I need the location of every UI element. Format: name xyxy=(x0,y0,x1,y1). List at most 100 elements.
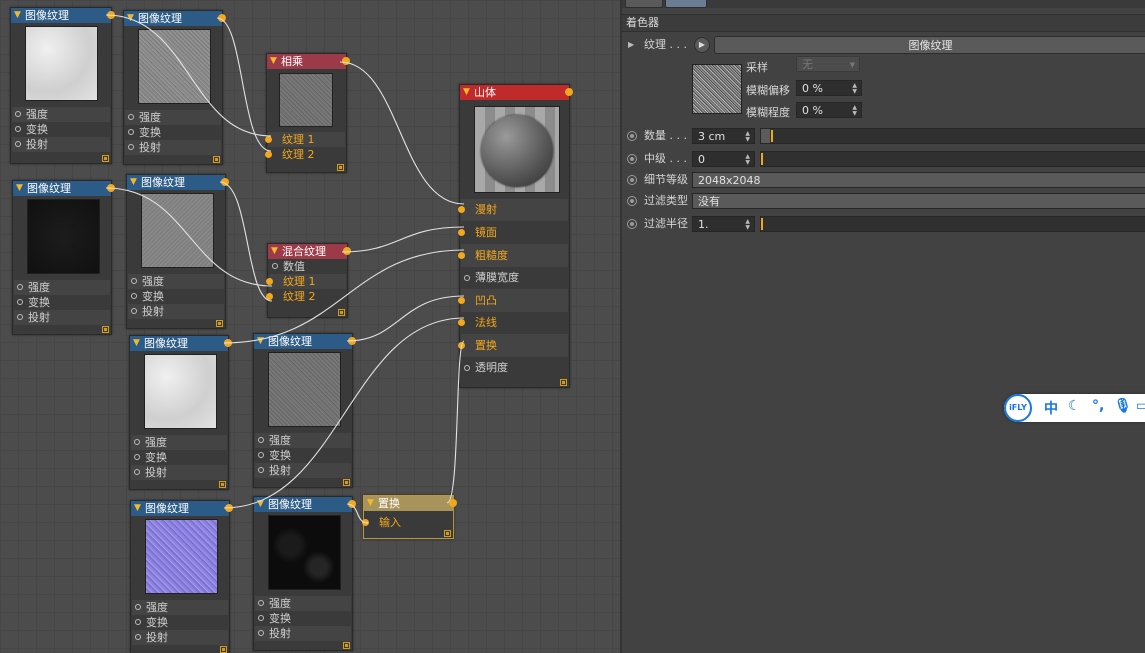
node-editor-canvas[interactable]: ▼ 图像纹理 强度 变换 投射 ▼ 图像纹理 强度 变换 投射 ▼ 相乘 纹理 1 纹… xyxy=(0,0,620,653)
keyboard-icon[interactable]: ▭ xyxy=(1136,398,1145,414)
collapse-triangle-icon[interactable]: ▼ xyxy=(367,496,374,511)
ifly-logo-icon[interactable]: iFLY xyxy=(1004,394,1032,422)
ime-toolbar[interactable]: iFLY 中 ☾ °, 🎙 ▭ xyxy=(1004,394,1145,422)
port-strength[interactable]: 强度 xyxy=(14,280,110,295)
spinner-icon[interactable]: ▲ ▼ xyxy=(852,83,857,95)
expand-arrow-icon[interactable]: ▶ xyxy=(628,36,634,54)
mix-texture-node[interactable]: ▼ 混合纹理 数值 纹理 1 纹理 2 xyxy=(266,243,351,318)
port-texture-1[interactable]: 纹理 1 xyxy=(266,274,346,289)
node-header[interactable]: ▼ 图像纹理 xyxy=(254,334,356,349)
collapse-triangle-icon[interactable]: ▼ xyxy=(14,8,21,23)
multiply-node[interactable]: ▼ 相乘 纹理 1 纹理 2 xyxy=(265,53,350,173)
port-input[interactable]: 输入 xyxy=(362,515,452,530)
port-transform[interactable]: 变换 xyxy=(131,450,227,465)
port-displacement[interactable]: 置换 xyxy=(458,334,568,357)
panel-tab-2[interactable] xyxy=(665,0,707,8)
image-texture-button[interactable]: 图像纹理 xyxy=(714,36,1145,54)
spinner-icon[interactable]: ▲ ▼ xyxy=(745,154,750,166)
port-roughness[interactable]: 粗糙度 xyxy=(458,244,568,267)
port-strength[interactable]: 强度 xyxy=(255,433,351,448)
node-header[interactable]: ▼ 图像纹理 xyxy=(131,501,233,516)
port-projection[interactable]: 投射 xyxy=(125,140,221,155)
resize-handle-icon[interactable] xyxy=(102,155,109,162)
spinner-icon[interactable]: ▲ ▼ xyxy=(745,219,750,231)
resize-handle-icon[interactable] xyxy=(343,642,350,649)
microphone-icon[interactable]: 🎙 xyxy=(1114,398,1132,414)
port-projection[interactable]: 投射 xyxy=(131,465,227,480)
resize-handle-icon[interactable] xyxy=(343,479,350,486)
output-port[interactable] xyxy=(342,57,350,65)
image-texture-node-noise[interactable]: ▼ 图像纹理 强度 变换 投射 xyxy=(253,496,356,651)
output-port[interactable] xyxy=(221,178,229,186)
image-texture-node-white-1[interactable]: ▼ 图像纹理 强度 变换 投射 xyxy=(10,7,115,164)
image-texture-node-white-2[interactable]: ▼ 图像纹理 强度 变换 投射 xyxy=(129,335,232,490)
port-texture-2[interactable]: 纹理 2 xyxy=(265,147,345,162)
port-strength[interactable]: 强度 xyxy=(131,435,227,450)
resize-handle-icon[interactable] xyxy=(338,309,345,316)
resize-handle-icon[interactable] xyxy=(213,156,220,163)
resize-handle-icon[interactable] xyxy=(560,379,567,386)
collapse-triangle-icon[interactable]: ▼ xyxy=(127,11,134,26)
filter-radius-slider[interactable] xyxy=(760,216,1145,232)
collapse-triangle-icon[interactable]: ▼ xyxy=(134,501,141,516)
collapse-triangle-icon[interactable]: ▼ xyxy=(257,497,264,512)
output-port[interactable] xyxy=(449,499,457,507)
port-transform[interactable]: 变换 xyxy=(255,611,351,626)
node-header[interactable]: ▼ 置换 xyxy=(364,496,457,511)
punctuation-icon[interactable]: °, xyxy=(1092,398,1104,414)
port-specular[interactable]: 镜面 xyxy=(458,221,568,244)
collapse-triangle-icon[interactable]: ▼ xyxy=(270,54,277,69)
port-strength[interactable]: 强度 xyxy=(255,596,351,611)
amount-slider[interactable] xyxy=(760,128,1145,144)
output-port[interactable] xyxy=(218,14,226,22)
port-strength[interactable]: 强度 xyxy=(128,274,224,289)
resize-handle-icon[interactable] xyxy=(220,646,227,653)
port-texture-2[interactable]: 纹理 2 xyxy=(266,289,346,304)
resize-handle-icon[interactable] xyxy=(216,320,223,327)
port-bump[interactable]: 凹凸 xyxy=(458,289,568,312)
displacement-node[interactable]: ▼ 置换 输入 xyxy=(362,495,457,539)
texture-menu-button[interactable]: ▶ xyxy=(694,37,710,53)
port-projection[interactable]: 投射 xyxy=(132,630,228,645)
resize-handle-icon[interactable] xyxy=(102,326,109,333)
node-header[interactable]: ▼ 山体 xyxy=(460,85,573,100)
amount-field[interactable]: 3 cm ▲ ▼ xyxy=(692,128,755,144)
port-texture-1[interactable]: 纹理 1 xyxy=(265,132,345,147)
output-port[interactable] xyxy=(107,184,115,192)
blur-offset-field[interactable]: 0 % ▲ ▼ xyxy=(796,80,862,96)
port-opacity[interactable]: 透明度 xyxy=(461,357,568,379)
animate-radio-icon[interactable] xyxy=(627,154,637,164)
slider-handle[interactable] xyxy=(771,130,773,142)
collapse-triangle-icon[interactable]: ▼ xyxy=(130,175,137,190)
port-projection[interactable]: 投射 xyxy=(12,137,110,152)
output-port[interactable] xyxy=(565,88,573,96)
port-projection[interactable]: 投射 xyxy=(128,304,224,319)
port-projection[interactable]: 投射 xyxy=(14,310,110,325)
port-normal[interactable]: 法线 xyxy=(458,312,568,334)
port-transform[interactable]: 变换 xyxy=(14,295,110,310)
output-port[interactable] xyxy=(348,500,356,508)
collapse-triangle-icon[interactable]: ▼ xyxy=(463,85,470,100)
midlevel-field[interactable]: 0 ▲ ▼ xyxy=(692,151,755,167)
output-port[interactable] xyxy=(224,339,232,347)
detail-level-dropdown[interactable]: 2048x2048 xyxy=(692,172,1145,188)
image-texture-node-black[interactable]: ▼ 图像纹理 强度 变换 投射 xyxy=(12,180,115,335)
node-header[interactable]: ▼ 图像纹理 xyxy=(254,497,356,512)
output-port[interactable] xyxy=(343,247,351,255)
material-node[interactable]: ▼ 山体 漫射 镜面 粗糙度 薄膜宽度 凹凸 法线 置换 透明度 xyxy=(458,84,573,388)
blur-scale-field[interactable]: 0 % ▲ ▼ xyxy=(796,102,862,118)
node-header[interactable]: ▼ 图像纹理 xyxy=(124,11,226,26)
resize-handle-icon[interactable] xyxy=(337,164,344,171)
port-transform[interactable]: 变换 xyxy=(255,448,351,463)
node-header[interactable]: ▼ 图像纹理 xyxy=(127,175,229,190)
port-value[interactable]: 数值 xyxy=(269,259,346,274)
image-texture-node-gray-2[interactable]: ▼ 图像纹理 强度 变换 投射 xyxy=(126,174,229,329)
filter-radius-field[interactable]: 1. ▲ ▼ xyxy=(692,216,755,232)
collapse-triangle-icon[interactable]: ▼ xyxy=(257,334,264,349)
port-transform[interactable]: 变换 xyxy=(12,122,110,137)
image-texture-node-normal-map[interactable]: ▼ 图像纹理 强度 变换 投射 xyxy=(130,500,233,653)
resize-handle-icon[interactable] xyxy=(444,530,451,537)
port-film-width[interactable]: 薄膜宽度 xyxy=(461,267,568,289)
output-port[interactable] xyxy=(225,504,233,512)
node-header[interactable]: ▼ 图像纹理 xyxy=(13,181,115,196)
